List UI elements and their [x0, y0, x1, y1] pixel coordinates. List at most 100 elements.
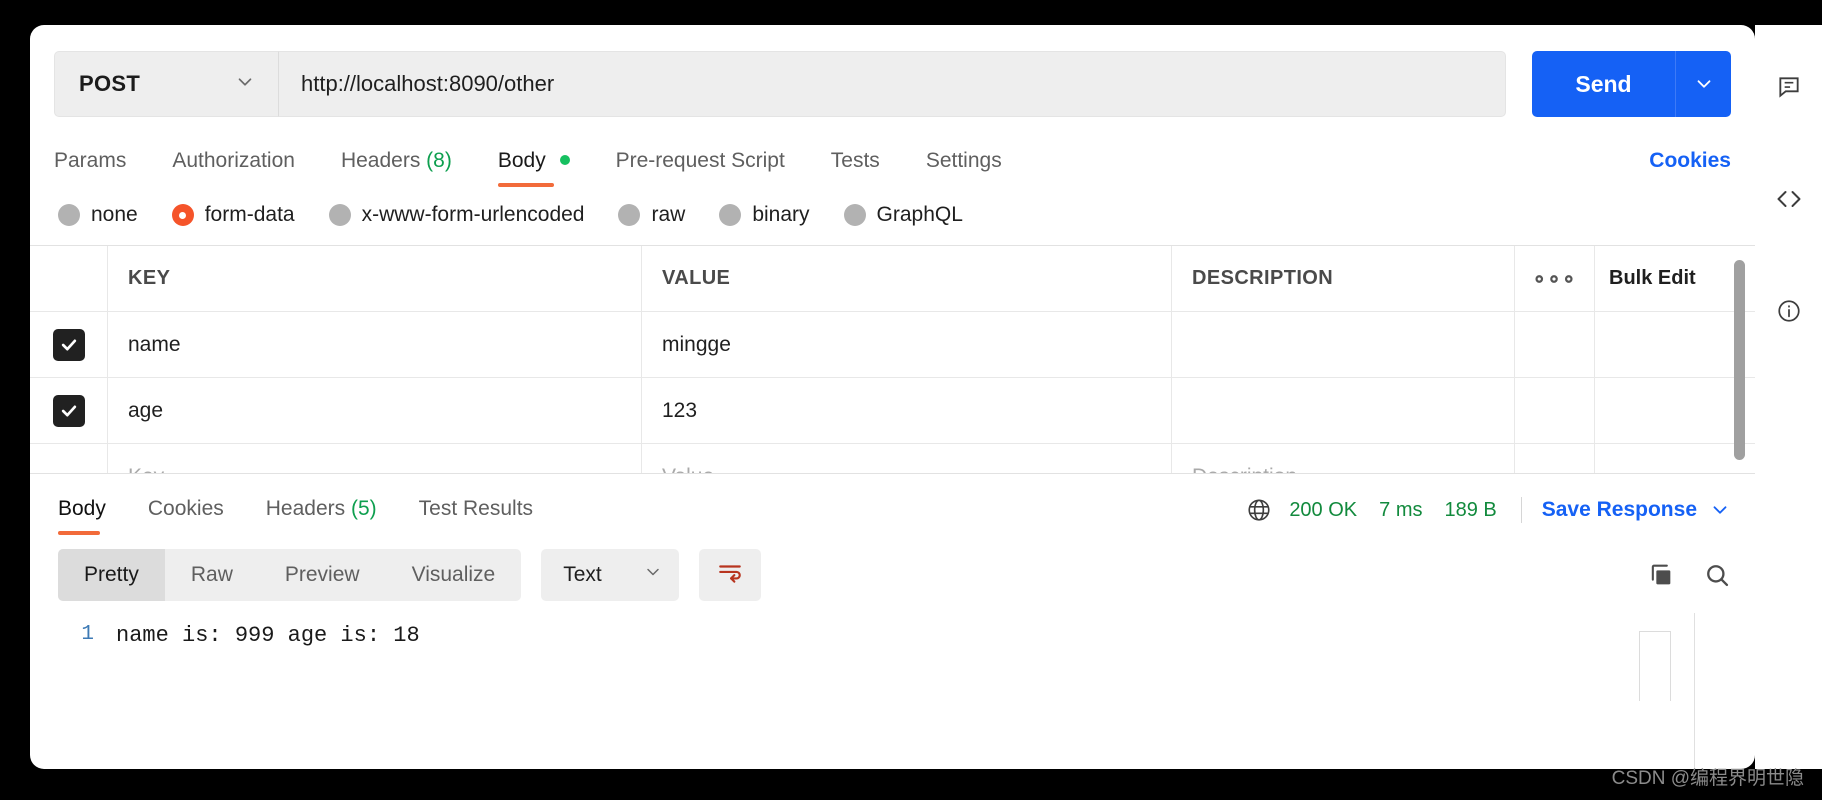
- response-tab-cookies-label: Cookies: [148, 497, 224, 520]
- row-value: mingge: [662, 333, 731, 357]
- send-button[interactable]: Send: [1532, 51, 1675, 117]
- send-button-group: Send: [1532, 51, 1731, 129]
- radio-x-www-form-urlencoded-icon: [329, 204, 351, 226]
- radio-form-data[interactable]: form-data: [172, 203, 295, 227]
- code-icon[interactable]: [1769, 179, 1809, 219]
- info-icon[interactable]: [1769, 291, 1809, 331]
- table-header-row: KEY VALUE DESCRIPTION ∘∘∘ Bulk Edit: [30, 246, 1755, 312]
- radio-x-www-form-urlencoded[interactable]: x-www-form-urlencoded: [329, 203, 585, 227]
- send-options-button[interactable]: [1675, 51, 1731, 117]
- body-modified-dot-icon: [560, 155, 570, 165]
- row-bulk-cell: [1595, 378, 1755, 443]
- radio-graphql-icon: [844, 204, 866, 226]
- http-method-label: POST: [79, 71, 140, 97]
- status-code: 200 OK: [1289, 499, 1357, 522]
- tab-tests-label: Tests: [831, 149, 880, 172]
- tab-pre-request-script[interactable]: Pre-request Script: [616, 149, 785, 187]
- form-data-table: KEY VALUE DESCRIPTION ∘∘∘ Bulk Edit name…: [30, 245, 1755, 473]
- status-divider: [1521, 497, 1522, 523]
- radio-raw[interactable]: raw: [618, 203, 685, 227]
- table-row[interactable]: name mingge: [30, 312, 1755, 378]
- response-toolbar: Pretty Raw Preview Visualize Text: [30, 537, 1755, 613]
- radio-none[interactable]: none: [58, 203, 138, 227]
- save-response-chevron-down-icon[interactable]: [1709, 499, 1731, 521]
- bulk-edit-button[interactable]: Bulk Edit: [1609, 267, 1696, 290]
- radio-none-label: none: [91, 203, 138, 227]
- view-mode-raw[interactable]: Raw: [165, 549, 259, 601]
- row-key: age: [128, 399, 163, 423]
- response-tab-cookies[interactable]: Cookies: [148, 497, 224, 537]
- radio-binary-icon: [719, 204, 741, 226]
- tab-authorization-label: Authorization: [172, 149, 295, 172]
- row-actions[interactable]: [1515, 312, 1595, 377]
- column-header-value: VALUE: [662, 267, 730, 290]
- view-mode-visualize[interactable]: Visualize: [386, 549, 522, 601]
- http-method-select[interactable]: POST: [54, 51, 279, 117]
- screen-root: POST http://localhost:8090/other Send Pa…: [0, 0, 1822, 800]
- copy-icon[interactable]: [1647, 561, 1675, 589]
- response-body-text: name is: 999 age is: 18: [116, 623, 420, 648]
- radio-form-data-label: form-data: [205, 203, 295, 227]
- row-actions[interactable]: [1515, 378, 1595, 443]
- new-row-actions: [1515, 444, 1595, 473]
- view-mode-preview[interactable]: Preview: [259, 549, 386, 601]
- cookies-link[interactable]: Cookies: [1649, 149, 1731, 187]
- response-scroll-indicator: [1639, 631, 1671, 701]
- url-text: http://localhost:8090/other: [301, 71, 554, 97]
- radio-binary[interactable]: binary: [719, 203, 809, 227]
- radio-raw-icon: [618, 204, 640, 226]
- response-tab-test-results-label: Test Results: [419, 497, 533, 520]
- more-options-icon: ∘∘∘: [1532, 266, 1576, 292]
- response-tab-body-label: Body: [58, 497, 106, 520]
- row-checkbox[interactable]: [53, 329, 85, 361]
- response-format-label: Text: [563, 563, 602, 587]
- table-row[interactable]: age 123: [30, 378, 1755, 444]
- new-row-check-cell: [30, 444, 108, 473]
- response-tab-headers[interactable]: Headers (5): [266, 497, 377, 537]
- code-line: 1 name is: 999 age is: 18: [58, 623, 1731, 648]
- comment-icon[interactable]: [1769, 67, 1809, 107]
- request-tabs: Params Authorization Headers (8) Body Pr…: [30, 129, 1755, 187]
- save-response-button[interactable]: Save Response: [1542, 498, 1697, 522]
- tab-authorization[interactable]: Authorization: [172, 149, 295, 187]
- table-scrollbar[interactable]: [1734, 260, 1745, 460]
- table-new-row[interactable]: Key Value Description: [30, 444, 1755, 473]
- globe-icon: [1246, 497, 1272, 523]
- radio-form-data-icon: [172, 204, 194, 226]
- tab-headers[interactable]: Headers (8): [341, 149, 452, 187]
- request-response-panel: POST http://localhost:8090/other Send Pa…: [30, 25, 1755, 769]
- new-row-value-placeholder[interactable]: Value: [662, 465, 714, 474]
- new-row-key-placeholder[interactable]: Key: [128, 465, 164, 474]
- url-bar: POST http://localhost:8090/other Send: [30, 25, 1755, 129]
- chevron-down-icon: [643, 562, 663, 588]
- view-mode-pretty[interactable]: Pretty: [58, 549, 165, 601]
- response-tab-headers-label: Headers: [266, 497, 345, 520]
- wrap-lines-button[interactable]: [699, 549, 761, 601]
- wrap-lines-icon: [717, 560, 743, 591]
- response-tab-test-results[interactable]: Test Results: [419, 497, 533, 537]
- new-row-description-placeholder[interactable]: Description: [1192, 465, 1297, 474]
- line-number: 1: [58, 623, 116, 646]
- column-header-key: KEY: [128, 267, 170, 290]
- tab-pre-request-script-label: Pre-request Script: [616, 149, 785, 172]
- column-header-description: DESCRIPTION: [1192, 267, 1333, 290]
- row-key: name: [128, 333, 181, 357]
- response-tab-headers-count: (5): [351, 497, 377, 520]
- response-status-group: 200 OK 7 ms 189 B Save Response: [1246, 497, 1731, 537]
- response-format-select[interactable]: Text: [541, 549, 679, 601]
- radio-graphql[interactable]: GraphQL: [844, 203, 963, 227]
- row-checkbox[interactable]: [53, 395, 85, 427]
- body-type-radio-group: none form-data x-www-form-urlencoded raw…: [30, 187, 1755, 245]
- radio-x-www-form-urlencoded-label: x-www-form-urlencoded: [362, 203, 585, 227]
- tab-body-label: Body: [498, 149, 546, 172]
- radio-raw-label: raw: [651, 203, 685, 227]
- tab-params[interactable]: Params: [54, 149, 126, 187]
- chevron-down-icon: [234, 71, 256, 98]
- url-input[interactable]: http://localhost:8090/other: [279, 51, 1506, 117]
- tab-settings[interactable]: Settings: [926, 149, 1002, 187]
- search-icon[interactable]: [1703, 561, 1731, 589]
- tab-tests[interactable]: Tests: [831, 149, 880, 187]
- table-more-options-button[interactable]: ∘∘∘: [1515, 246, 1595, 311]
- tab-body[interactable]: Body: [498, 149, 570, 187]
- response-tab-body[interactable]: Body: [58, 497, 106, 537]
